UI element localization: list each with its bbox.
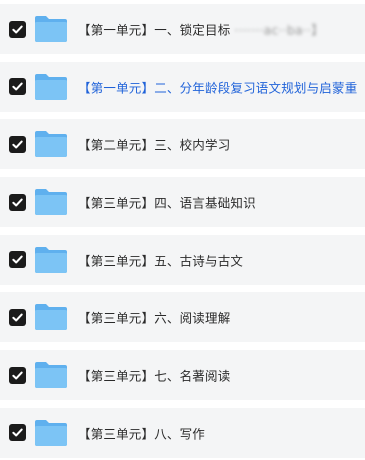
check-icon	[12, 255, 23, 264]
checkbox-checked[interactable]	[9, 78, 26, 96]
check-icon	[12, 82, 23, 91]
file-name[interactable]: 【第一单元】二、分年龄段复习语文规划与启蒙重	[78, 77, 357, 96]
check-icon	[12, 140, 23, 149]
file-row[interactable]: 【第二单元】三、校内学习	[0, 119, 365, 170]
checkbox-checked[interactable]	[9, 251, 26, 269]
file-row[interactable]: 【第三单元】四、语言基础知识	[0, 177, 365, 228]
folder-icon	[34, 72, 68, 102]
file-row[interactable]: 【第三单元】六、阅读理解	[0, 292, 365, 343]
file-name[interactable]: 【第三单元】五、古诗与古文	[78, 250, 243, 269]
file-row[interactable]: 【第三单元】七、名著阅读	[0, 350, 365, 401]
folder-icon	[34, 360, 68, 390]
file-list: 【第一单元】一、锁定目标 ·······ac··ba··】 【第一单元】二、分年龄…	[0, 0, 365, 460]
checkbox-checked[interactable]	[9, 193, 26, 211]
folder-icon	[34, 129, 68, 159]
checkbox-checked[interactable]	[9, 308, 26, 326]
file-row[interactable]: 【第三单元】八、写作	[0, 407, 365, 458]
checkbox-checked[interactable]	[9, 424, 26, 442]
check-icon	[12, 198, 23, 207]
folder-icon	[34, 418, 68, 448]
check-icon	[12, 428, 23, 437]
check-icon	[12, 371, 23, 380]
file-name[interactable]: 【第二单元】三、校内学习	[78, 135, 230, 154]
folder-icon	[34, 302, 68, 332]
file-row[interactable]: 【第三单元】五、古诗与古文	[0, 234, 365, 285]
file-name: 【第一单元】一、锁定目标 ·······ac··ba··】	[78, 20, 324, 39]
checkbox-checked[interactable]	[9, 135, 26, 153]
file-name[interactable]: 【第三单元】四、语言基础知识	[78, 193, 256, 212]
file-row[interactable]: 【第一单元】二、分年龄段复习语文规划与启蒙重	[0, 61, 365, 112]
file-row[interactable]: 【第一单元】一、锁定目标 ·······ac··ba··】	[0, 4, 365, 54]
folder-icon	[34, 245, 68, 275]
checkbox-checked[interactable]	[9, 20, 26, 38]
file-name[interactable]: 【第三单元】六、阅读理解	[78, 308, 230, 327]
file-name[interactable]: 【第三单元】七、名著阅读	[78, 366, 230, 385]
folder-icon	[34, 14, 68, 44]
file-name[interactable]: 【第三单元】八、写作	[78, 423, 205, 442]
folder-icon	[34, 187, 68, 217]
blurred-text: ·······ac··ba··】	[234, 22, 324, 38]
check-icon	[12, 25, 23, 33]
checkbox-checked[interactable]	[9, 366, 26, 384]
check-icon	[12, 313, 23, 322]
